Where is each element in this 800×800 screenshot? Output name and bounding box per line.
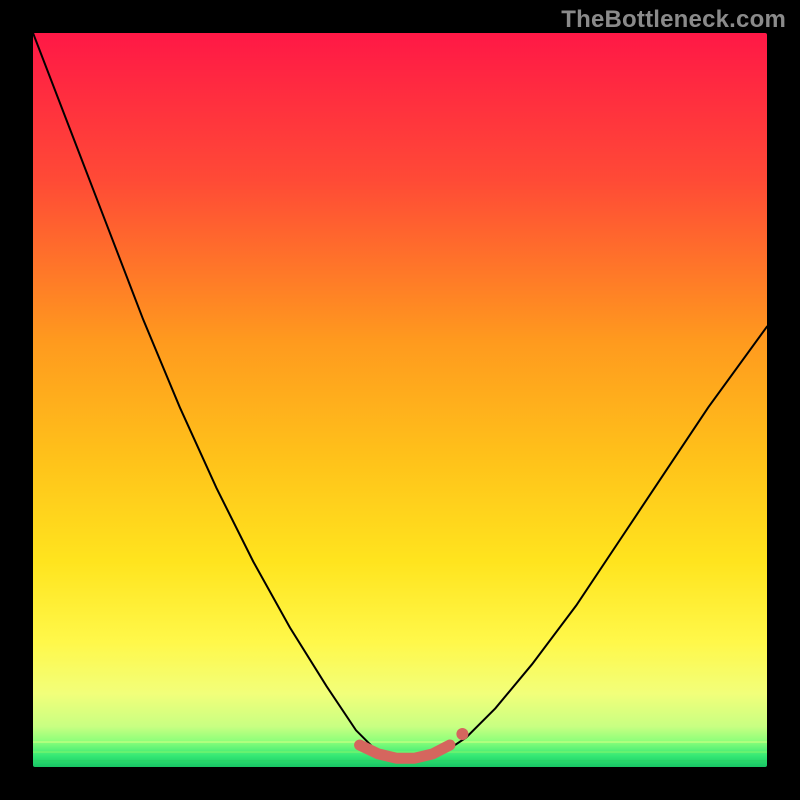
watermark-text: TheBottleneck.com bbox=[561, 6, 786, 34]
bottleneck-curve bbox=[33, 33, 767, 767]
v-curve bbox=[33, 33, 767, 760]
trough-highlight bbox=[360, 745, 450, 758]
chart-stage: { "watermark": "TheBottleneck.com", "plo… bbox=[0, 0, 800, 800]
trough-end-dot bbox=[456, 728, 468, 740]
plot-area bbox=[33, 33, 767, 767]
